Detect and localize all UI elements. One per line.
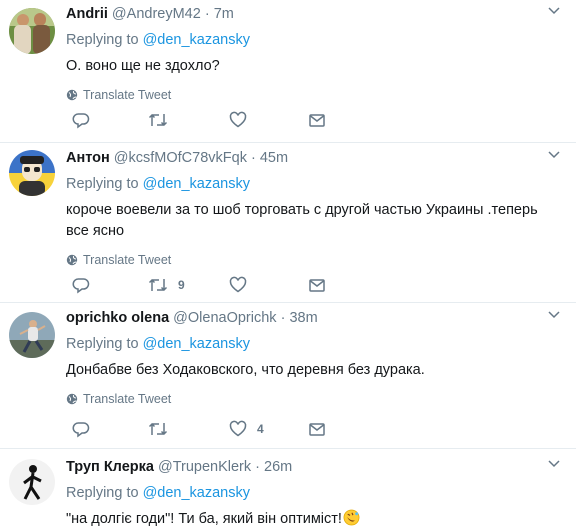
user-photo-couple-icon <box>9 8 55 54</box>
direct-message-button[interactable] <box>308 110 326 130</box>
reply-icon <box>72 422 90 438</box>
replying-to: Replying to @den_kazansky <box>66 30 556 50</box>
retweet-button[interactable] <box>148 419 178 439</box>
replying-to: Replying to @den_kazansky <box>66 174 556 194</box>
tweet[interactable]: Антон @kcsfMOfC78vkFqk · 45m Replying to… <box>0 143 576 303</box>
tweet-feed: Andrii @AndreyM42 · 7m Replying to @den_… <box>0 0 576 530</box>
heart-icon <box>229 276 247 293</box>
replying-to-label: Replying to <box>66 32 139 48</box>
replying-to-label: Replying to <box>66 485 139 501</box>
avatar[interactable] <box>9 8 55 54</box>
globe-icon <box>66 393 78 405</box>
reply-button[interactable] <box>72 110 90 130</box>
user-name[interactable]: oprichko olena <box>66 310 169 326</box>
tweet-actions: 9 <box>66 275 366 295</box>
avatar[interactable] <box>9 150 55 196</box>
reply-button[interactable] <box>72 275 90 295</box>
user-handle[interactable]: @AndreyM42 <box>112 6 201 22</box>
replying-to: Replying to @den_kazansky <box>66 483 556 503</box>
tweet-text: "на долгіє годи"! Ти ба, який він оптимі… <box>66 511 342 527</box>
envelope-icon <box>309 114 325 127</box>
runner-photo-icon <box>9 312 55 358</box>
separator: · <box>280 310 286 326</box>
tweet-text: Донбабве без Ходаковского, что деревня б… <box>66 362 425 378</box>
retweet-button[interactable]: 9 <box>148 275 185 295</box>
reply-button[interactable] <box>72 419 90 439</box>
like-count: 4 <box>257 422 264 436</box>
retweet-icon <box>148 113 168 127</box>
retweet-button[interactable] <box>148 110 178 130</box>
tweet-header: oprichko olena @OlenaOprichk · 38m <box>66 308 556 328</box>
direct-message-button[interactable] <box>308 419 326 439</box>
tweet-header: Andrii @AndreyM42 · 7m <box>66 4 556 24</box>
chevron-down-icon[interactable] <box>544 304 564 324</box>
mention-link[interactable]: @den_kazansky <box>143 32 250 48</box>
globe-icon <box>66 89 78 101</box>
like-button[interactable] <box>229 275 257 295</box>
translate-label: Translate Tweet <box>83 253 172 267</box>
user-name[interactable]: Антон <box>66 150 110 166</box>
retweet-icon <box>148 422 168 436</box>
tweet[interactable]: Труп Клерка @TrupenKlerk · 26m Replying … <box>0 449 576 530</box>
user-handle[interactable]: @OlenaOprichk <box>173 310 276 326</box>
separator: · <box>250 150 256 166</box>
user-handle[interactable]: @kcsfMOfC78vkFqk <box>114 150 247 166</box>
tweet-header: Труп Клерка @TrupenKlerk · 26m <box>66 457 556 477</box>
timestamp[interactable]: 26m <box>264 459 292 475</box>
separator: · <box>255 459 261 475</box>
translate-label: Translate Tweet <box>83 392 172 406</box>
heart-icon <box>229 111 247 128</box>
tweet-header: Антон @kcsfMOfC78vkFqk · 45m <box>66 148 556 168</box>
direct-message-button[interactable] <box>308 275 326 295</box>
timestamp[interactable]: 38m <box>289 310 317 326</box>
heart-icon <box>229 420 247 437</box>
user-name[interactable]: Труп Клерка <box>66 459 154 475</box>
like-button[interactable]: 4 <box>229 419 264 439</box>
user-name[interactable]: Andrii <box>66 6 108 22</box>
envelope-icon <box>309 279 325 292</box>
tweet[interactable]: Andrii @AndreyM42 · 7m Replying to @den_… <box>0 0 576 143</box>
cartoon-person-yellow-blue-icon <box>9 150 55 196</box>
globe-icon <box>66 254 78 266</box>
retweet-icon <box>148 278 168 292</box>
timestamp[interactable]: 7m <box>214 6 234 22</box>
retweet-count: 9 <box>178 278 185 292</box>
translate-label: Translate Tweet <box>83 88 172 102</box>
tweet-actions: 4 <box>66 419 366 439</box>
like-button[interactable] <box>229 110 257 130</box>
chevron-down-icon[interactable] <box>544 144 564 164</box>
avatar[interactable] <box>9 312 55 358</box>
walking-figure-silhouette-icon <box>9 459 55 505</box>
avatar[interactable] <box>9 459 55 505</box>
separator: · <box>204 6 210 22</box>
tweet-text-container: "на долгіє годи"! Ти ба, який він оптимі… <box>66 509 556 530</box>
chevron-down-icon[interactable] <box>544 0 564 20</box>
timestamp[interactable]: 45m <box>260 150 288 166</box>
replying-to-label: Replying to <box>66 336 139 352</box>
translate-tweet-link[interactable]: Translate Tweet <box>66 252 556 268</box>
tweet-actions <box>66 110 366 130</box>
translate-tweet-link[interactable]: Translate Tweet <box>66 391 556 407</box>
tweet-text: О. воно ще не здохло? <box>66 58 220 74</box>
tweet[interactable]: oprichko olena @OlenaOprichk · 38m Reply… <box>0 303 576 449</box>
replying-to: Replying to @den_kazansky <box>66 334 556 354</box>
reply-icon <box>72 113 90 129</box>
mention-link[interactable]: @den_kazansky <box>143 336 250 352</box>
replying-to-label: Replying to <box>66 176 139 192</box>
mention-link[interactable]: @den_kazansky <box>143 176 250 192</box>
tweet-text: короче воевели за то шоб торговать с дру… <box>66 202 538 239</box>
translate-tweet-link[interactable]: Translate Tweet <box>66 87 556 103</box>
mention-link[interactable]: @den_kazansky <box>143 485 250 501</box>
user-handle[interactable]: @TrupenKlerk <box>158 459 251 475</box>
envelope-icon <box>309 423 325 436</box>
rolling-on-floor-laughing-emoji-icon <box>343 509 360 526</box>
chevron-down-icon[interactable] <box>544 453 564 473</box>
reply-icon <box>72 278 90 294</box>
